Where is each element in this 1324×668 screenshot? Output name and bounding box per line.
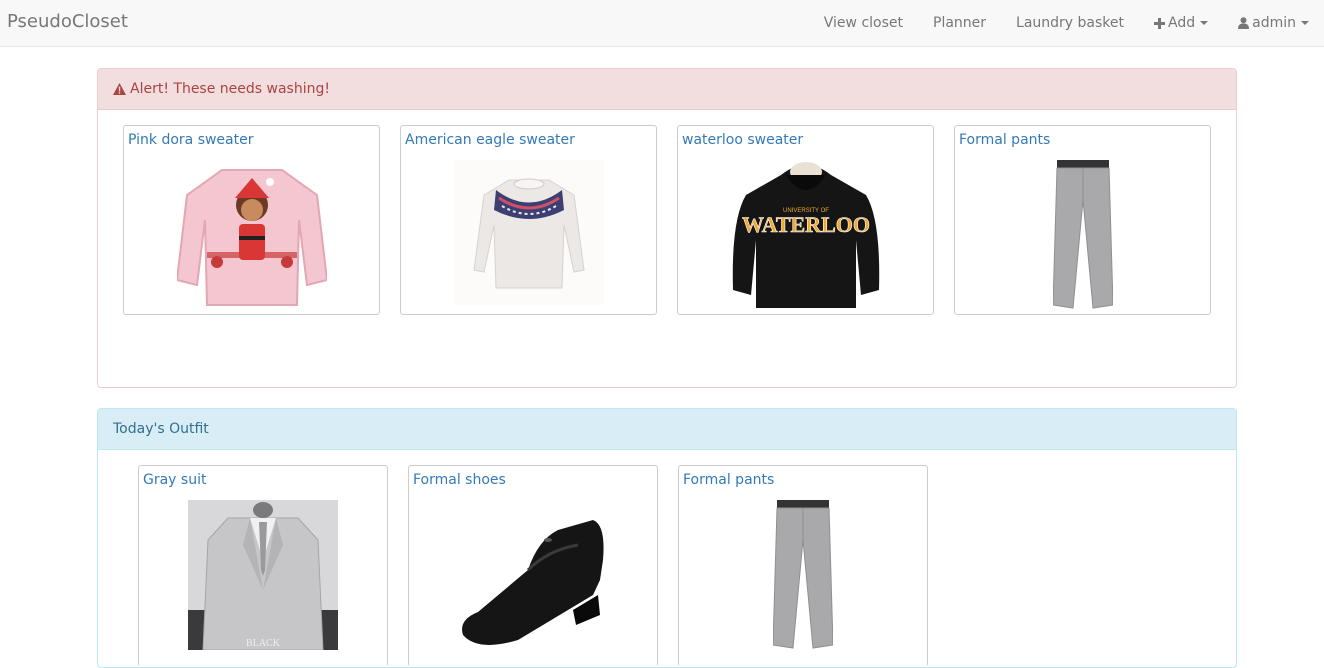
warning-icon: [113, 83, 126, 95]
outfit-card[interactable]: Formal shoes: [408, 465, 658, 665]
outfit-item-link[interactable]: Formal pants: [683, 471, 774, 489]
outfit-panel-heading: Today's Outfit: [98, 409, 1236, 450]
clothing-card[interactable]: Formal pants: [954, 125, 1211, 315]
gray-pants-image: [773, 500, 833, 649]
nav-laundry-basket[interactable]: Laundry basket: [1001, 0, 1139, 46]
gray-suit-image: BLACK: [188, 500, 338, 650]
nav-view-closet-label: View closet: [823, 15, 903, 31]
outfit-card[interactable]: Formal pants: [678, 465, 928, 665]
laundry-alert-panel: Alert! These needs washing! Pink dora sw…: [97, 68, 1237, 429]
top-navbar: PseudoCloset View closet Planner Laundry…: [0, 0, 1324, 47]
user-icon: [1238, 17, 1250, 29]
nav-menu: View closet Planner Laundry basket Add a…: [809, 0, 1324, 46]
outfit-item-link[interactable]: Formal shoes: [413, 471, 506, 489]
outfit-item-link[interactable]: Gray suit: [143, 471, 206, 489]
black-shoe-image: [462, 520, 604, 645]
chevron-down-icon: [1200, 21, 1209, 25]
clothing-card[interactable]: Pink dora sweater: [123, 125, 380, 315]
pink-sweater-image: [176, 169, 327, 306]
todays-outfit-panel: Today's Outfit Gray suit BLACK Formal sh…: [97, 408, 1237, 668]
nav-user-dropdown[interactable]: admin: [1223, 0, 1324, 46]
gray-pants-image: [1052, 160, 1113, 309]
plus-icon: [1154, 17, 1166, 29]
nav-add-label: Add: [1168, 15, 1196, 31]
waterloo-hoodie-image: UNIVERSITY OF WATERLOO: [732, 162, 879, 308]
nav-laundry-basket-label: Laundry basket: [1016, 15, 1125, 31]
nav-planner-label: Planner: [933, 15, 987, 31]
nav-planner[interactable]: Planner: [918, 0, 1001, 46]
brand-link[interactable]: PseudoCloset: [7, 11, 128, 33]
svg-text:WATERLOO: WATERLOO: [742, 212, 870, 237]
chevron-down-icon: [1301, 21, 1309, 25]
alert-panel-heading: Alert! These needs washing!: [98, 69, 1236, 110]
alert-panel-title: Alert! These needs washing!: [130, 81, 330, 97]
clothing-card[interactable]: American eagle sweater: [400, 125, 657, 315]
clothing-card[interactable]: waterloo sweater UNIVERSITY OF WATERLOO: [677, 125, 934, 315]
fairisle-sweater-image: [453, 160, 604, 305]
nav-add-dropdown[interactable]: Add: [1139, 0, 1223, 46]
suit-brand-caption: BLACK: [246, 638, 281, 649]
clothing-item-link[interactable]: Pink dora sweater: [128, 131, 254, 149]
clothing-item-link[interactable]: American eagle sweater: [405, 131, 575, 149]
clothing-item-link[interactable]: Formal pants: [959, 131, 1050, 149]
outfit-panel-title: Today's Outfit: [113, 421, 209, 437]
nav-view-closet[interactable]: View closet: [809, 0, 918, 46]
clothing-item-link[interactable]: waterloo sweater: [682, 131, 803, 149]
outfit-card[interactable]: Gray suit BLACK: [138, 465, 388, 665]
nav-user-label: admin: [1252, 15, 1296, 31]
